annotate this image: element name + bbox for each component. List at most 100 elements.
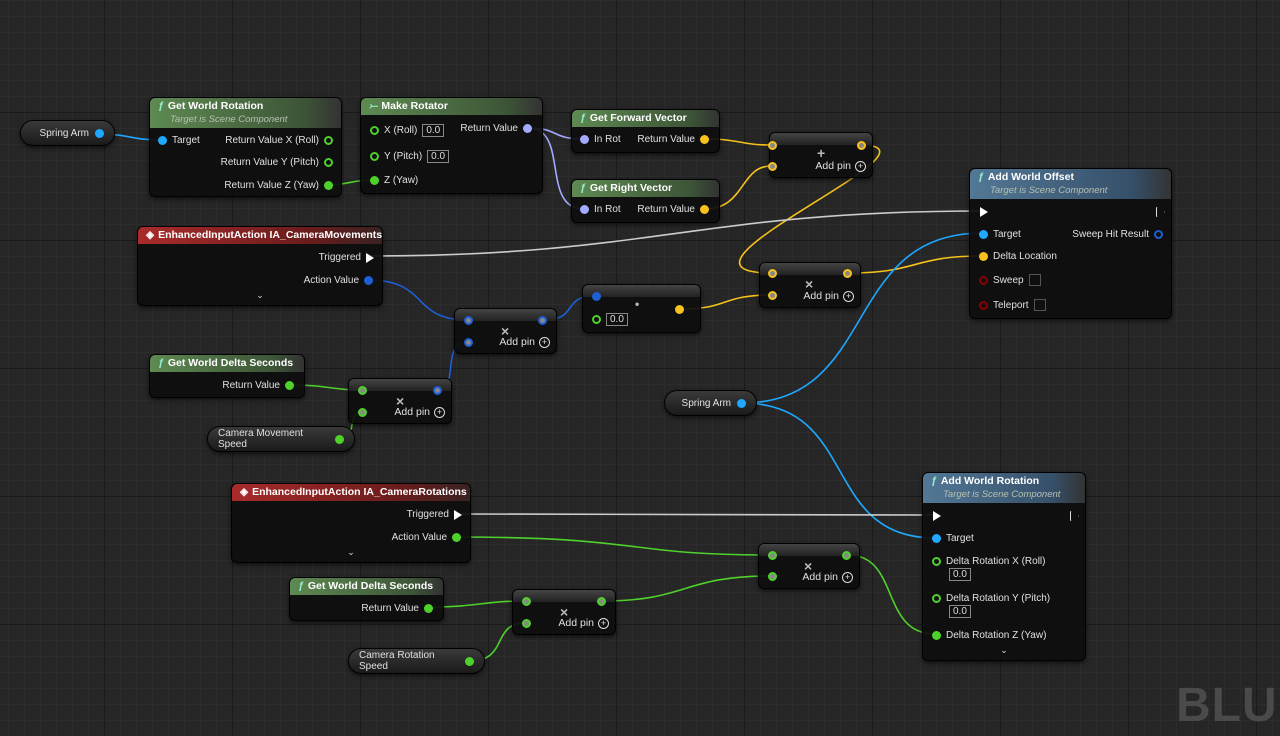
exec-out-pin[interactable] (1157, 207, 1165, 217)
input-pin-a[interactable] (768, 551, 777, 560)
in-rot-pin[interactable]: In Rot (580, 204, 621, 215)
action-value-pin[interactable]: Action Value (392, 532, 461, 543)
input-pin-a[interactable] (522, 597, 531, 606)
float-pin[interactable] (335, 434, 344, 444)
return-x-pin[interactable]: Return Value X (Roll) (225, 135, 333, 146)
object-pin[interactable] (95, 128, 104, 138)
spring-arm-variable[interactable]: Spring Arm (20, 120, 115, 146)
multiply-node[interactable]: × Add pin + (759, 262, 861, 308)
yaw-pin[interactable]: Z (Yaw) (370, 175, 418, 186)
plus-circle-icon: + (843, 290, 854, 302)
multiply-node[interactable]: × Add pin + (454, 308, 557, 354)
get-forward-vector-node[interactable]: ƒ Get Forward Vector In Rot Return Value (571, 109, 720, 153)
add-world-offset-node[interactable]: ƒ Add World Offset Target is Scene Compone… (969, 168, 1172, 319)
return-z-pin[interactable]: Return Value Z (Yaw) (224, 180, 333, 191)
roll-pin[interactable]: X (Roll) 0.0 (370, 124, 445, 137)
add-pin-button[interactable]: Add pin + (558, 617, 609, 629)
output-pin[interactable] (538, 316, 547, 325)
exec-in-pin[interactable] (980, 207, 988, 217)
return-y-pin[interactable]: Return Value Y (Pitch) (221, 157, 333, 168)
exec-out-pin[interactable] (1071, 511, 1079, 521)
make-struct-icon: ⤚ (369, 100, 378, 112)
return-value-pin[interactable]: Return Value (637, 204, 709, 215)
output-pin[interactable] (433, 386, 442, 395)
multiply-node[interactable]: × Add pin + (348, 378, 452, 424)
output-pin[interactable] (675, 305, 684, 314)
plus-circle-icon: + (434, 406, 445, 418)
spring-arm-variable[interactable]: Spring Arm (664, 390, 757, 416)
add-world-rotation-node[interactable]: ƒ Add World Rotation Target is Scene Compo… (922, 472, 1086, 661)
output-pin[interactable] (843, 269, 852, 278)
delta-roll-pin[interactable]: Delta Rotation X (Roll) (932, 556, 1045, 567)
return-value-pin[interactable]: Return Value (637, 134, 709, 145)
target-pin[interactable]: Target (979, 229, 1021, 240)
get-right-vector-node[interactable]: ƒ Get Right Vector In Rot Return Value (571, 179, 720, 223)
plus-circle-icon: + (842, 571, 853, 583)
target-pin[interactable]: Target (158, 135, 200, 146)
object-pin[interactable] (737, 398, 746, 408)
multiply-node[interactable]: × Add pin + (512, 589, 616, 635)
return-value-pin[interactable]: Return Value (222, 380, 294, 391)
input-pin-a[interactable] (768, 141, 777, 150)
sweep-hit-result-pin[interactable]: Sweep Hit Result (1072, 229, 1163, 240)
triggered-pin[interactable]: Triggered (319, 252, 374, 263)
output-pin[interactable] (857, 141, 866, 150)
output-pin[interactable] (842, 551, 851, 560)
add-node[interactable]: + Add pin + (768, 132, 873, 178)
input-pin-b[interactable] (768, 572, 777, 581)
delta-pitch-pin[interactable]: Delta Rotation Y (Pitch) (932, 593, 1050, 604)
chevron-down-icon[interactable]: ⌄ (347, 547, 355, 558)
return-value-pin[interactable]: Return Value (361, 603, 433, 614)
output-pin[interactable] (597, 597, 606, 606)
input-pin-b[interactable]: 0.0 (592, 313, 628, 326)
delta-yaw-pin[interactable]: Delta Rotation Z (Yaw) (932, 630, 1046, 641)
camera-rotation-speed-variable[interactable]: Camera Rotation Speed (348, 648, 485, 674)
add-pin-button[interactable]: Add pin + (802, 571, 853, 583)
input-pin-b[interactable] (768, 291, 777, 300)
delta-location-pin[interactable]: Delta Location (979, 251, 1057, 262)
add-pin-button[interactable]: Add pin + (815, 160, 866, 172)
roll-input[interactable]: 0.0 (422, 124, 445, 137)
get-world-rotation-node[interactable]: ƒ Get World Rotation Target is Scene Compo… (149, 97, 342, 197)
delta-roll-input[interactable]: 0.0 (949, 568, 971, 581)
event-icon: ◈ (240, 486, 249, 498)
input-pin-a[interactable] (768, 269, 777, 278)
function-icon: ƒ (298, 580, 304, 592)
chevron-down-icon[interactable]: ⌄ (256, 290, 264, 301)
sweep-checkbox[interactable] (1028, 274, 1041, 286)
pitch-pin[interactable]: Y (Pitch) 0.0 (370, 150, 450, 163)
float-pin[interactable] (465, 656, 474, 666)
camera-movement-speed-variable[interactable]: Camera Movement Speed (207, 426, 355, 452)
add-pin-button[interactable]: Add pin + (394, 406, 445, 418)
delta-pitch-input[interactable]: 0.0 (949, 605, 971, 618)
vector-multiply-node[interactable]: 0.0 • (582, 284, 701, 333)
get-world-delta-seconds-node[interactable]: ƒ Get World Delta Seconds Return Value (289, 577, 444, 621)
input-pin-b[interactable] (768, 162, 777, 171)
multiply-node[interactable]: × Add pin + (758, 543, 860, 589)
get-world-delta-seconds-node[interactable]: ƒ Get World Delta Seconds Return Value (149, 354, 305, 398)
target-pin[interactable]: Target (932, 533, 974, 544)
return-value-pin[interactable]: Return Value (460, 123, 532, 134)
sweep-pin[interactable]: Sweep (979, 274, 1041, 286)
add-pin-button[interactable]: Add pin + (499, 336, 550, 348)
value-input[interactable]: 0.0 (606, 313, 628, 326)
triggered-pin[interactable]: Triggered (407, 509, 462, 520)
input-pin-a[interactable] (464, 316, 473, 325)
teleport-checkbox[interactable] (1033, 299, 1046, 311)
make-rotator-node[interactable]: ⤚ Make Rotator X (Roll) 0.0 Y (Pitch) 0.0 Z… (360, 97, 543, 194)
in-rot-pin[interactable]: In Rot (580, 134, 621, 145)
wire (600, 575, 773, 602)
input-action-camera-rotations-node[interactable]: ◈ EnhancedInputAction IA_CameraRotations … (231, 483, 471, 563)
add-pin-button[interactable]: Add pin + (803, 290, 854, 302)
input-action-camera-movements-node[interactable]: ◈ EnhancedInputAction IA_CameraMovements … (137, 226, 383, 306)
input-pin-b[interactable] (464, 338, 473, 347)
teleport-pin[interactable]: Teleport (979, 299, 1046, 311)
input-pin-b[interactable] (358, 408, 367, 417)
action-value-pin[interactable]: Action Value (304, 275, 373, 286)
input-pin-b[interactable] (522, 619, 531, 628)
input-pin-a[interactable] (358, 386, 367, 395)
chevron-down-icon[interactable]: ⌄ (1000, 645, 1008, 656)
input-pin-a[interactable] (592, 292, 601, 301)
pitch-input[interactable]: 0.0 (427, 150, 450, 163)
exec-in-pin[interactable] (933, 511, 941, 521)
